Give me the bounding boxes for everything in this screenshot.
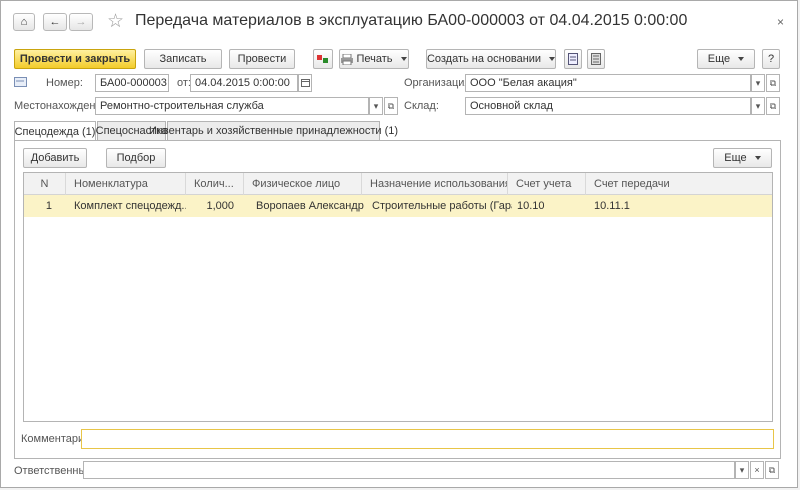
table-row[interactable]: 1 Комплект спецодежд... 1,000 Воропаев А… bbox=[24, 195, 772, 217]
home-icon: ⌂ bbox=[20, 16, 28, 28]
document-icon bbox=[568, 53, 578, 65]
open-link-icon: ⧉ bbox=[768, 464, 776, 475]
chevron-down-icon bbox=[400, 57, 407, 61]
warehouse-field[interactable]: Основной склад bbox=[465, 97, 751, 115]
location-dropdown-button[interactable]: ▾ bbox=[369, 97, 383, 115]
number-label: Номер: bbox=[46, 77, 83, 89]
date-field[interactable]: 04.04.2015 0:00:00 bbox=[190, 74, 298, 92]
more-label: Еще bbox=[707, 53, 731, 65]
tab-inventory[interactable]: Инвентарь и хозяйственные принадлежности… bbox=[149, 121, 398, 140]
table-more-button[interactable]: Еще bbox=[713, 148, 772, 168]
post-label: Провести bbox=[237, 53, 287, 65]
column-header-account[interactable]: Счет учета bbox=[508, 173, 586, 195]
responsible-clear-button[interactable]: × bbox=[750, 461, 764, 479]
pick-button[interactable]: Подбор bbox=[106, 148, 166, 168]
cell-nomenclature: Комплект спецодежд... bbox=[74, 200, 186, 212]
forward-button[interactable]: → bbox=[69, 13, 93, 31]
tab-workwear-label: Спецодежда (1) bbox=[14, 125, 96, 138]
save-label: Записать bbox=[159, 53, 207, 65]
table-header: N Номенклатура Колич... Физическое лицо … bbox=[24, 173, 772, 195]
organization-dropdown-button[interactable]: ▾ bbox=[751, 74, 765, 92]
chevron-down-icon bbox=[754, 156, 761, 160]
responsible-dropdown-button[interactable]: ▾ bbox=[735, 461, 749, 479]
chevron-down-icon bbox=[738, 57, 745, 61]
calendar-icon bbox=[300, 79, 310, 87]
open-link-icon: ⧉ bbox=[769, 77, 777, 88]
responsible-open-button[interactable]: ⧉ bbox=[765, 461, 779, 479]
accounting-entries-button[interactable] bbox=[313, 49, 333, 69]
close-icon[interactable]: × bbox=[777, 15, 784, 29]
open-link-icon: ⧉ bbox=[769, 100, 777, 111]
report-button[interactable] bbox=[564, 49, 582, 69]
more-button[interactable]: Еще bbox=[697, 49, 755, 69]
table-more-label: Еще bbox=[724, 152, 747, 164]
forward-arrow-icon: → bbox=[75, 16, 87, 28]
add-row-button[interactable]: Добавить bbox=[23, 148, 87, 168]
list-icon bbox=[591, 53, 601, 65]
cell-quantity: 1,000 bbox=[206, 200, 234, 212]
chevron-down-icon: ▾ bbox=[739, 464, 745, 475]
warehouse-label: Склад: bbox=[404, 100, 439, 112]
cell-account: 10.10 bbox=[517, 200, 545, 212]
comment-field[interactable] bbox=[81, 429, 774, 449]
cell-transfer-account: 10.11.1 bbox=[594, 200, 630, 212]
favorite-star-icon[interactable]: ☆ bbox=[107, 10, 124, 33]
column-header-person[interactable]: Физическое лицо bbox=[244, 173, 362, 195]
items-table[interactable]: N Номенклатура Колич... Физическое лицо … bbox=[23, 172, 773, 422]
home-button[interactable]: ⌂ bbox=[13, 13, 35, 31]
clear-icon: × bbox=[754, 465, 760, 475]
chevron-down-icon: ▾ bbox=[755, 100, 761, 111]
create-based-on-label: Создать на основании bbox=[426, 53, 542, 65]
help-button[interactable]: ? bbox=[762, 49, 780, 69]
post-and-close-label: Провести и закрыть bbox=[19, 53, 131, 65]
chevron-down-icon bbox=[549, 57, 556, 61]
column-header-transfer-account[interactable]: Счет передачи bbox=[586, 173, 772, 195]
save-button[interactable]: Записать bbox=[144, 49, 222, 69]
list-button[interactable] bbox=[587, 49, 605, 69]
warehouse-open-button[interactable]: ⧉ bbox=[766, 97, 780, 115]
number-field[interactable]: БА00-000003 bbox=[95, 74, 169, 92]
date-label: от: bbox=[177, 77, 191, 89]
organization-field[interactable]: ООО "Белая акация" bbox=[465, 74, 751, 92]
help-icon: ? bbox=[767, 53, 775, 65]
cell-person: Воропаев Александр... bbox=[256, 200, 364, 212]
column-header-nomenclature[interactable]: Номенклатура bbox=[66, 173, 186, 195]
back-button[interactable]: ← bbox=[43, 13, 67, 31]
chevron-down-icon: ▾ bbox=[373, 100, 379, 111]
document-window: ⌂ ← → ☆ Передача материалов в эксплуатац… bbox=[0, 0, 798, 488]
accounting-entries-icon bbox=[317, 55, 328, 63]
cell-n: 1 bbox=[45, 200, 52, 212]
add-row-label: Добавить bbox=[30, 152, 80, 164]
page-title: Передача материалов в эксплуатацию БА00-… bbox=[135, 12, 688, 29]
create-based-on-button[interactable]: Создать на основании bbox=[426, 49, 556, 69]
calendar-button[interactable] bbox=[298, 74, 312, 92]
pick-label: Подбор bbox=[116, 152, 156, 164]
organization-open-button[interactable]: ⧉ bbox=[766, 74, 780, 92]
tab-workwear[interactable]: Спецодежда (1) bbox=[14, 121, 96, 141]
printer-icon bbox=[341, 53, 354, 65]
tab-inventory-label: Инвентарь и хозяйственные принадлежности… bbox=[148, 125, 399, 137]
print-button[interactable]: Печать bbox=[339, 49, 409, 69]
responsible-field[interactable] bbox=[83, 461, 735, 479]
print-label: Печать bbox=[356, 53, 393, 65]
cell-purpose: Строительные работы (Гараж) bbox=[372, 200, 512, 212]
warehouse-dropdown-button[interactable]: ▾ bbox=[751, 97, 765, 115]
column-header-n[interactable]: N bbox=[24, 173, 66, 195]
document-status-icon bbox=[14, 77, 27, 87]
column-header-quantity[interactable]: Колич... bbox=[186, 173, 244, 195]
location-open-button[interactable]: ⧉ bbox=[384, 97, 398, 115]
column-header-purpose[interactable]: Назначение использования bbox=[362, 173, 508, 195]
location-field[interactable]: Ремонтно-строительная служба bbox=[95, 97, 369, 115]
chevron-down-icon: ▾ bbox=[755, 77, 761, 88]
back-arrow-icon: ← bbox=[49, 16, 61, 28]
post-button[interactable]: Провести bbox=[229, 49, 295, 69]
organization-label: Организация: bbox=[404, 77, 474, 89]
post-and-close-button[interactable]: Провести и закрыть bbox=[14, 49, 136, 69]
open-link-icon: ⧉ bbox=[387, 100, 395, 111]
